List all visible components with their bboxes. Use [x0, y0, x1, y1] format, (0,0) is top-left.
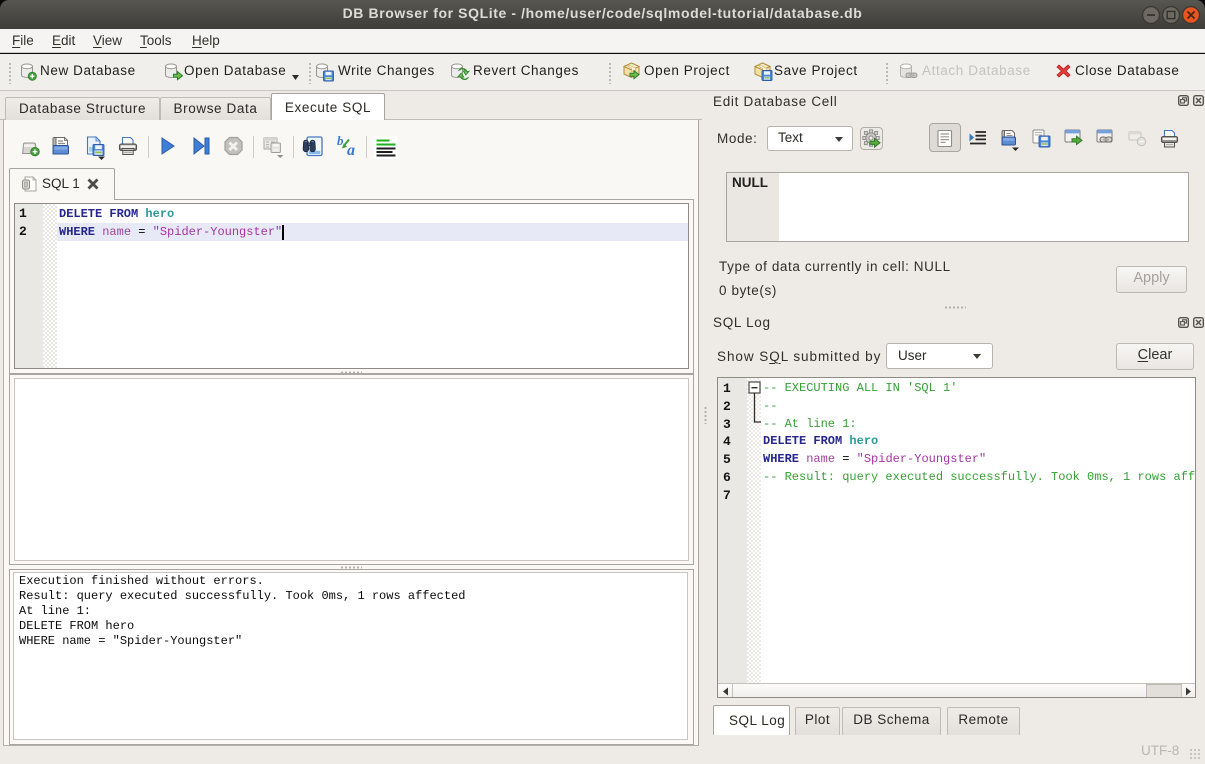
- svg-text:a: a: [347, 142, 355, 159]
